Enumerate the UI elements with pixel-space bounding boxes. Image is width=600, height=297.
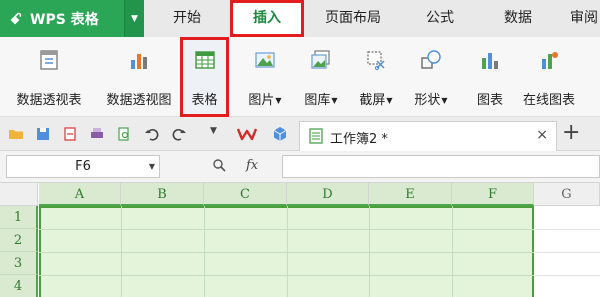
tab-start[interactable]: 开始 [144, 0, 230, 37]
zoom-icon[interactable] [212, 158, 226, 172]
pivot-chart-icon [131, 54, 147, 69]
print-preview-icon[interactable] [116, 126, 132, 142]
wps-logo-icon: ꗃ [10, 9, 22, 28]
menu-tabs: 开始 插入 页面布局 公式 数据 审阅 [144, 0, 600, 37]
column-header-a[interactable]: A [39, 183, 121, 206]
grid-line [39, 275, 534, 276]
document-tab-title: 工作簿2 * [330, 132, 388, 147]
picture-button[interactable]: 图片▼ [240, 37, 290, 117]
picture-icon [255, 52, 275, 68]
shapes-dropdown-icon[interactable]: ▼ [441, 96, 447, 105]
shapes-icon [421, 50, 441, 69]
pivot-table-button[interactable]: 数据透视表 [6, 37, 92, 117]
gallery-button[interactable]: 图库▼ [296, 37, 346, 117]
chart-button[interactable]: 图表 [469, 37, 511, 117]
close-tab-icon[interactable]: × [536, 127, 548, 143]
fx-icon[interactable]: fx [246, 158, 258, 173]
picture-label: 图片 [248, 93, 275, 108]
column-header-d[interactable]: D [287, 183, 369, 206]
wps-w-logo-icon[interactable] [237, 126, 257, 142]
menu-bar: ꗃ WPS 表格 ▼ 开始 插入 页面布局 公式 数据 审阅 [0, 0, 600, 37]
pivot-table-label: 数据透视表 [16, 93, 82, 108]
pivot-table-icon [40, 50, 58, 70]
column-header-c[interactable]: C [204, 183, 287, 206]
insert-ribbon: 数据透视表 数据透视图 表格 图片▼ 图库▼ 截屏▼ 形状▼ 图表 在线图表 [0, 37, 600, 117]
picture-dropdown-icon[interactable]: ▼ [275, 96, 281, 105]
shapes-button[interactable]: 形状▼ [405, 37, 457, 117]
select-all-corner[interactable] [0, 183, 38, 206]
redo-icon[interactable] [171, 126, 187, 142]
tab-formulas[interactable]: 公式 [402, 0, 478, 37]
wps-window: ꗃ WPS 表格 ▼ 开始 插入 页面布局 公式 数据 审阅 数据透视表 数据透… [0, 0, 600, 297]
table-icon [194, 51, 215, 69]
undo-icon[interactable] [144, 126, 160, 142]
tab-page-layout[interactable]: 页面布局 [304, 0, 402, 37]
column-header-e[interactable]: E [369, 183, 452, 206]
column-header-f[interactable]: F [452, 183, 534, 206]
online-chart-button[interactable]: 在线图表 [514, 37, 584, 117]
grid-line [535, 229, 600, 230]
tab-review[interactable]: 审阅 [558, 0, 600, 37]
new-tab-icon[interactable]: + [562, 120, 580, 145]
formula-bar: F6 ▼ fx [0, 151, 600, 183]
screenshot-dropdown-icon[interactable]: ▼ [386, 96, 392, 105]
app-menu-button[interactable]: ꗃ WPS 表格 [0, 0, 124, 37]
quick-access-bar: ▼ 工作簿2 * × + [0, 117, 600, 151]
screenshot-label: 截屏 [359, 93, 386, 108]
tab-insert[interactable]: 插入 [230, 0, 304, 37]
grid-line [39, 252, 534, 253]
grid-line [535, 275, 600, 276]
column-header-b[interactable]: B [121, 183, 204, 206]
screenshot-icon [367, 51, 385, 71]
row-header-2[interactable]: 2 [0, 229, 38, 252]
print-icon[interactable] [89, 126, 105, 142]
name-box-dropdown-icon[interactable]: ▼ [149, 156, 155, 177]
open-folder-icon[interactable] [8, 126, 24, 142]
save-icon[interactable] [35, 126, 51, 142]
grid-line [39, 229, 534, 230]
grid-line [535, 252, 600, 253]
online-chart-icon [542, 52, 558, 69]
row-header-1[interactable]: 1 [0, 206, 38, 229]
tab-data[interactable]: 数据 [478, 0, 558, 37]
chart-label: 图表 [476, 93, 503, 108]
export-pdf-icon[interactable] [62, 126, 78, 142]
table-label: 表格 [191, 93, 218, 108]
online-chart-label: 在线图表 [522, 93, 575, 108]
app-menu-dropdown-icon[interactable]: ▼ [124, 0, 144, 37]
name-box[interactable]: F6 ▼ [6, 155, 160, 178]
document-tab[interactable]: 工作簿2 * × [299, 121, 557, 151]
app-name: WPS 表格 [30, 11, 99, 28]
gallery-dropdown-icon[interactable]: ▼ [331, 96, 337, 105]
table-button[interactable]: 表格 [180, 37, 229, 117]
cube-icon[interactable] [272, 126, 288, 142]
row-header-3[interactable]: 3 [0, 252, 38, 275]
spreadsheet-grid[interactable]: A B C D E F G 1 2 3 4 [0, 183, 600, 297]
gallery-icon [311, 50, 330, 69]
column-header-g[interactable]: G [534, 183, 600, 206]
pivot-chart-button[interactable]: 数据透视图 [96, 37, 182, 117]
spreadsheet-file-icon [309, 128, 323, 144]
customize-quick-access-icon[interactable]: ▼ [210, 126, 217, 136]
row-header-4[interactable]: 4 [0, 275, 38, 297]
name-box-value: F6 [75, 159, 91, 174]
gallery-label: 图库 [304, 93, 331, 108]
shapes-label: 形状 [414, 93, 441, 108]
formula-input[interactable] [282, 155, 600, 178]
pivot-chart-label: 数据透视图 [106, 93, 172, 108]
screenshot-button[interactable]: 截屏▼ [350, 37, 402, 117]
chart-icon [482, 53, 498, 69]
